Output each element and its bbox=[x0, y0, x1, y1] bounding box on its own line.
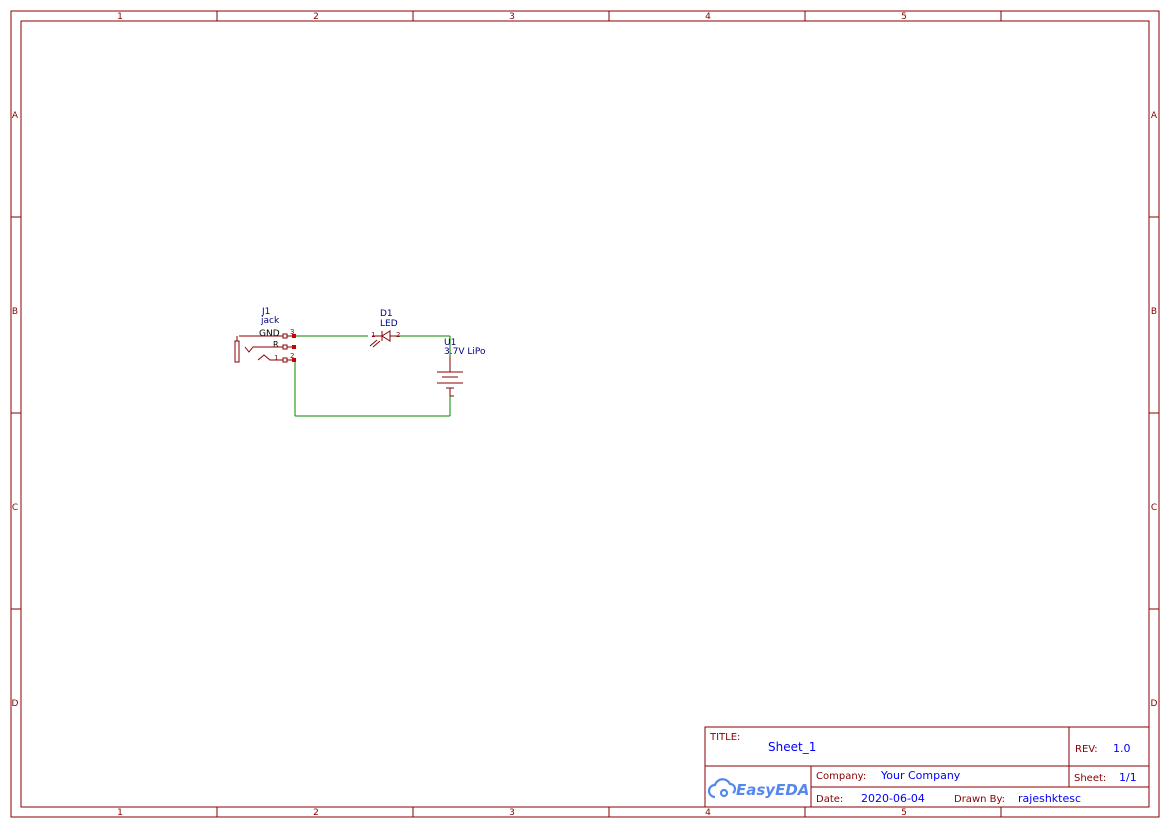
jack-pin-1-num: 1 bbox=[274, 354, 278, 362]
company-value: Your Company bbox=[880, 769, 961, 782]
rev-value: 1.0 bbox=[1113, 742, 1131, 755]
top-column-dividers bbox=[216, 11, 1002, 21]
led-pin-1: 1 bbox=[371, 331, 375, 339]
col-label: 4 bbox=[705, 808, 711, 818]
schematic-sheet: 1 2 3 4 5 1 2 3 4 5 A B C D A B C D J1 j… bbox=[10, 10, 1160, 818]
row-dividers bbox=[11, 216, 1159, 610]
title-label: TITLE: bbox=[709, 732, 740, 743]
row-labels-right: A B C D bbox=[1151, 111, 1158, 709]
wires bbox=[294, 335, 451, 417]
led-pin-2: 2 bbox=[396, 331, 400, 339]
row-label: D bbox=[12, 699, 19, 709]
date-value: 2020-06-04 bbox=[861, 792, 925, 805]
row-label: D bbox=[1151, 699, 1158, 709]
col-label: 2 bbox=[313, 808, 319, 818]
col-label: 1 bbox=[117, 808, 123, 818]
col-label: 2 bbox=[313, 12, 319, 22]
cloud-icon bbox=[707, 778, 737, 799]
col-label: 5 bbox=[901, 808, 907, 818]
jack-pin-r-label: R bbox=[273, 340, 279, 349]
battery-symbol bbox=[437, 356, 463, 397]
row-label: B bbox=[1151, 307, 1157, 317]
col-label: 3 bbox=[509, 12, 515, 22]
row-label: C bbox=[1151, 503, 1157, 513]
row-labels-left: A B C D bbox=[12, 111, 19, 709]
drawn-by-value: rajeshktesc bbox=[1018, 792, 1081, 805]
battery-name: 3.7V LiPo bbox=[444, 347, 486, 357]
jack-pins bbox=[282, 333, 288, 363]
bottom-column-dividers bbox=[216, 807, 1002, 817]
jack-j1[interactable]: J1 jack GND R 3 1 2 bbox=[234, 307, 296, 363]
led-ref: D1 bbox=[380, 309, 393, 319]
logo-text: EasyEDA bbox=[736, 781, 809, 799]
date-label: Date: bbox=[816, 794, 843, 805]
col-label: 3 bbox=[509, 808, 515, 818]
battery-u1[interactable]: U1 3.7V LiPo bbox=[437, 338, 486, 397]
outer-frame bbox=[10, 10, 1160, 818]
row-label: A bbox=[1151, 111, 1158, 121]
company-label: Company: bbox=[816, 771, 866, 782]
row-label: C bbox=[12, 503, 18, 513]
title-value: Sheet_1 bbox=[768, 740, 816, 754]
led-name: LED bbox=[380, 319, 398, 329]
inner-frame bbox=[20, 20, 1150, 808]
col-label: 4 bbox=[705, 12, 711, 22]
led-d1[interactable]: D1 LED 1 2 bbox=[369, 309, 400, 348]
row-label: A bbox=[12, 111, 19, 121]
col-label: 1 bbox=[117, 12, 123, 22]
sheet-label: Sheet: bbox=[1074, 773, 1106, 784]
jack-pin-gnd-label: GND bbox=[259, 329, 280, 339]
sheet-value: 1/1 bbox=[1119, 771, 1137, 784]
row-label: B bbox=[12, 307, 18, 317]
easyeda-logo: EasyEDA bbox=[707, 778, 809, 799]
rev-label: REV: bbox=[1075, 744, 1098, 755]
col-label: 5 bbox=[901, 12, 907, 22]
jack-name: jack bbox=[260, 316, 280, 326]
drawn-by-label: Drawn By: bbox=[954, 794, 1005, 805]
